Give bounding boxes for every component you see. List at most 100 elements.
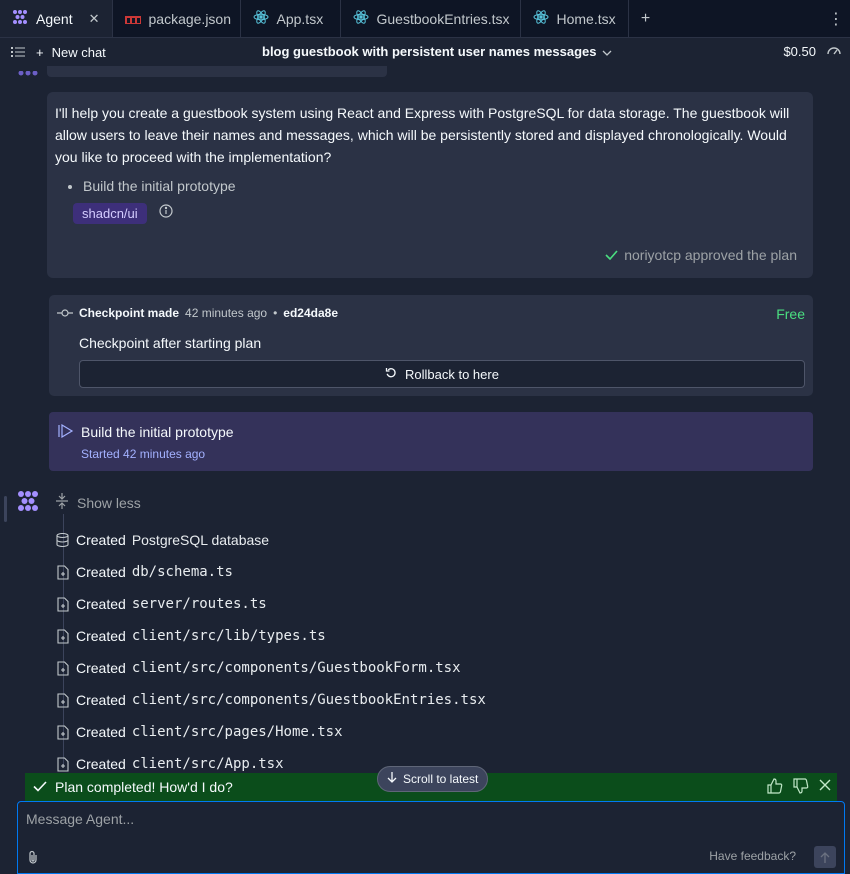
plus-icon: + xyxy=(36,44,44,60)
activity-item: Created db/schema.ts xyxy=(55,556,486,588)
feedback-text: Plan completed! How'd I do? xyxy=(55,779,233,795)
activity-verb: Created xyxy=(76,660,126,676)
plan-step-time: 42 minutes ago xyxy=(123,447,206,461)
activity-item: Created client/src/pages/Home.tsx xyxy=(55,716,486,748)
activity-target[interactable]: client/src/components/GuestbookEntries.t… xyxy=(132,692,486,708)
add-tab-icon[interactable]: + xyxy=(629,0,663,37)
history-list-icon[interactable] xyxy=(0,46,36,58)
activity-item: Created server/routes.ts xyxy=(55,588,486,620)
thumbs-up-icon[interactable] xyxy=(767,778,783,797)
tab-label: GuestbookEntries.tsx xyxy=(376,10,510,27)
activity-list: Created PostgreSQL database Created db/sche… xyxy=(55,524,486,780)
checkpoint-label: Checkpoint made xyxy=(79,306,180,320)
chat-title: blog guestbook with persistent user name… xyxy=(262,44,597,59)
agent-avatar-icon xyxy=(17,490,39,517)
plan-step-card[interactable]: Build the initial prototype Started 42 m… xyxy=(49,412,813,471)
tab-label: Home.tsx xyxy=(556,10,616,27)
usage-cost[interactable]: $0.50 xyxy=(783,44,842,59)
tab-app-tsx[interactable]: App.tsx xyxy=(241,0,341,37)
tab-guestbookentries-tsx[interactable]: GuestbookEntries.tsx xyxy=(341,0,521,37)
plan-step-title: Build the initial prototype xyxy=(81,424,234,440)
agent-icon xyxy=(12,9,28,28)
rollback-button[interactable]: Rollback to here xyxy=(79,360,805,388)
rollback-label: Rollback to here xyxy=(405,366,499,382)
resize-handle[interactable] xyxy=(4,496,7,522)
file-plus-icon xyxy=(55,596,70,612)
scroll-latest-label: Scroll to latest xyxy=(403,772,479,786)
react-icon xyxy=(253,9,269,28)
have-feedback-link[interactable]: Have feedback? xyxy=(709,849,796,863)
collapse-icon xyxy=(55,493,69,512)
activity-item: Created client/src/lib/types.ts xyxy=(55,620,486,652)
file-plus-icon xyxy=(55,628,70,644)
approval-status: noriyotcp approved the plan xyxy=(605,247,797,263)
close-icon[interactable]: ✕ xyxy=(89,11,100,27)
activity-target[interactable]: client/src/pages/Home.tsx xyxy=(132,724,343,740)
thumbs-down-icon[interactable] xyxy=(793,778,809,797)
close-icon[interactable] xyxy=(819,778,831,797)
paperclip-icon[interactable] xyxy=(28,850,38,869)
check-icon xyxy=(605,247,618,263)
activity-item: Created PostgreSQL database xyxy=(55,524,486,556)
integration-row: shadcn/ui xyxy=(73,203,805,224)
undo-icon xyxy=(385,367,397,382)
tab-label: App.tsx xyxy=(276,10,324,27)
plan-step-status-label: Started xyxy=(81,447,120,461)
tab-package-json[interactable]: package.json xyxy=(113,0,241,37)
show-less-toggle[interactable]: Show less xyxy=(55,493,141,512)
chat-toolbar: + New chat blog guestbook with persisten… xyxy=(0,38,850,66)
tab-home-tsx[interactable]: Home.tsx xyxy=(521,0,629,37)
message-text: I'll help you create a guestbook system … xyxy=(55,105,790,165)
message-composer: Have feedback? xyxy=(17,801,845,874)
cost-value: $0.50 xyxy=(783,44,816,59)
new-chat-label: New chat xyxy=(51,44,106,60)
file-plus-icon xyxy=(55,724,70,740)
scroll-to-latest-button[interactable]: Scroll to latest xyxy=(377,766,489,792)
checkpoint-header: Checkpoint made 42 minutes ago • ed24da8… xyxy=(57,306,338,320)
checkpoint-card: Checkpoint made 42 minutes ago • ed24da8… xyxy=(49,295,813,396)
show-less-label: Show less xyxy=(77,494,141,511)
integration-chip[interactable]: shadcn/ui xyxy=(73,203,147,224)
file-plus-icon xyxy=(55,756,70,772)
activity-verb: Created xyxy=(76,596,126,612)
arrow-up-icon xyxy=(820,851,830,863)
file-plus-icon xyxy=(55,660,70,676)
tab-bar: Agent ✕ package.json App.tsx GuestbookEn… xyxy=(0,0,850,38)
check-icon xyxy=(33,779,47,795)
activity-item: Created client/src/components/GuestbookEn… xyxy=(55,684,486,716)
activity-target[interactable]: client/src/lib/types.ts xyxy=(132,628,326,644)
plan-list: Build the initial prototype xyxy=(83,177,805,195)
tab-label: Agent xyxy=(36,10,73,27)
send-button[interactable] xyxy=(814,846,836,868)
activity-target[interactable]: client/src/App.tsx xyxy=(132,756,284,772)
checkpoint-description: Checkpoint after starting plan xyxy=(79,335,262,351)
npm-icon xyxy=(124,11,141,27)
new-chat-button[interactable]: + New chat xyxy=(36,45,106,60)
more-vertical-icon[interactable]: ⋮ xyxy=(822,0,850,37)
tab-agent[interactable]: Agent ✕ xyxy=(0,0,113,37)
tab-label: package.json xyxy=(148,10,232,27)
activity-verb: Created xyxy=(76,628,126,644)
react-icon xyxy=(353,9,369,28)
checkpoint-price: Free xyxy=(776,306,805,322)
agent-message: I'll help you create a guestbook system … xyxy=(47,92,813,278)
arrow-down-icon xyxy=(387,772,397,786)
play-step-icon xyxy=(58,423,74,443)
chat-scroll-area[interactable]: I'll help you create a guestbook system … xyxy=(0,66,850,874)
message-input[interactable] xyxy=(26,811,826,835)
activity-verb: Created xyxy=(76,692,126,708)
info-icon[interactable] xyxy=(159,204,173,223)
file-plus-icon xyxy=(55,564,70,580)
activity-verb: Created xyxy=(76,564,126,580)
chat-title-dropdown[interactable]: blog guestbook with persistent user name… xyxy=(262,44,612,59)
activity-target: PostgreSQL database xyxy=(131,532,270,548)
activity-target[interactable]: server/routes.ts xyxy=(132,596,267,612)
user-avatar-fragment xyxy=(17,66,39,84)
gauge-icon xyxy=(826,44,842,59)
plan-step-status: Started 42 minutes ago xyxy=(81,447,205,461)
activity-verb: Created xyxy=(76,756,126,772)
file-plus-icon xyxy=(55,692,70,708)
approval-text: noriyotcp approved the plan xyxy=(624,247,797,263)
activity-target[interactable]: db/schema.ts xyxy=(132,564,233,580)
activity-target[interactable]: client/src/components/GuestbookForm.tsx xyxy=(132,660,461,676)
